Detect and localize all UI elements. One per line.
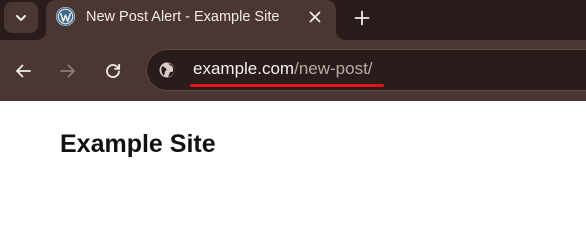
toolbar: example.com/new-post/ (0, 40, 586, 101)
site-title: Example Site (60, 130, 216, 158)
browser-window: New Post Alert - Example Site example.co… (0, 0, 586, 206)
tab-strip: New Post Alert - Example Site (0, 0, 586, 40)
close-icon (309, 11, 321, 23)
reload-button[interactable] (102, 60, 124, 82)
arrow-right-icon (60, 64, 75, 78)
globe-icon[interactable] (158, 61, 176, 79)
forward-button[interactable] (57, 60, 79, 82)
tab-title: New Post Alert - Example Site (86, 9, 280, 25)
url-text[interactable]: example.com/new-post/ (193, 59, 373, 79)
back-button[interactable] (12, 60, 34, 82)
reload-icon (106, 63, 121, 78)
page-content: Example Site (0, 101, 586, 206)
close-tab-button[interactable] (307, 9, 323, 25)
url-host: example.com (193, 59, 295, 78)
url-path: /new-post/ (294, 59, 373, 78)
arrow-left-icon (16, 64, 31, 78)
chevron-down-icon (16, 14, 26, 21)
new-tab-button[interactable] (350, 6, 374, 30)
url-highlight-underline (190, 84, 384, 87)
tab-search-button[interactable] (4, 2, 38, 33)
wordpress-icon (56, 7, 75, 26)
plus-icon (354, 10, 370, 26)
tab-active[interactable]: New Post Alert - Example Site (36, 0, 346, 40)
